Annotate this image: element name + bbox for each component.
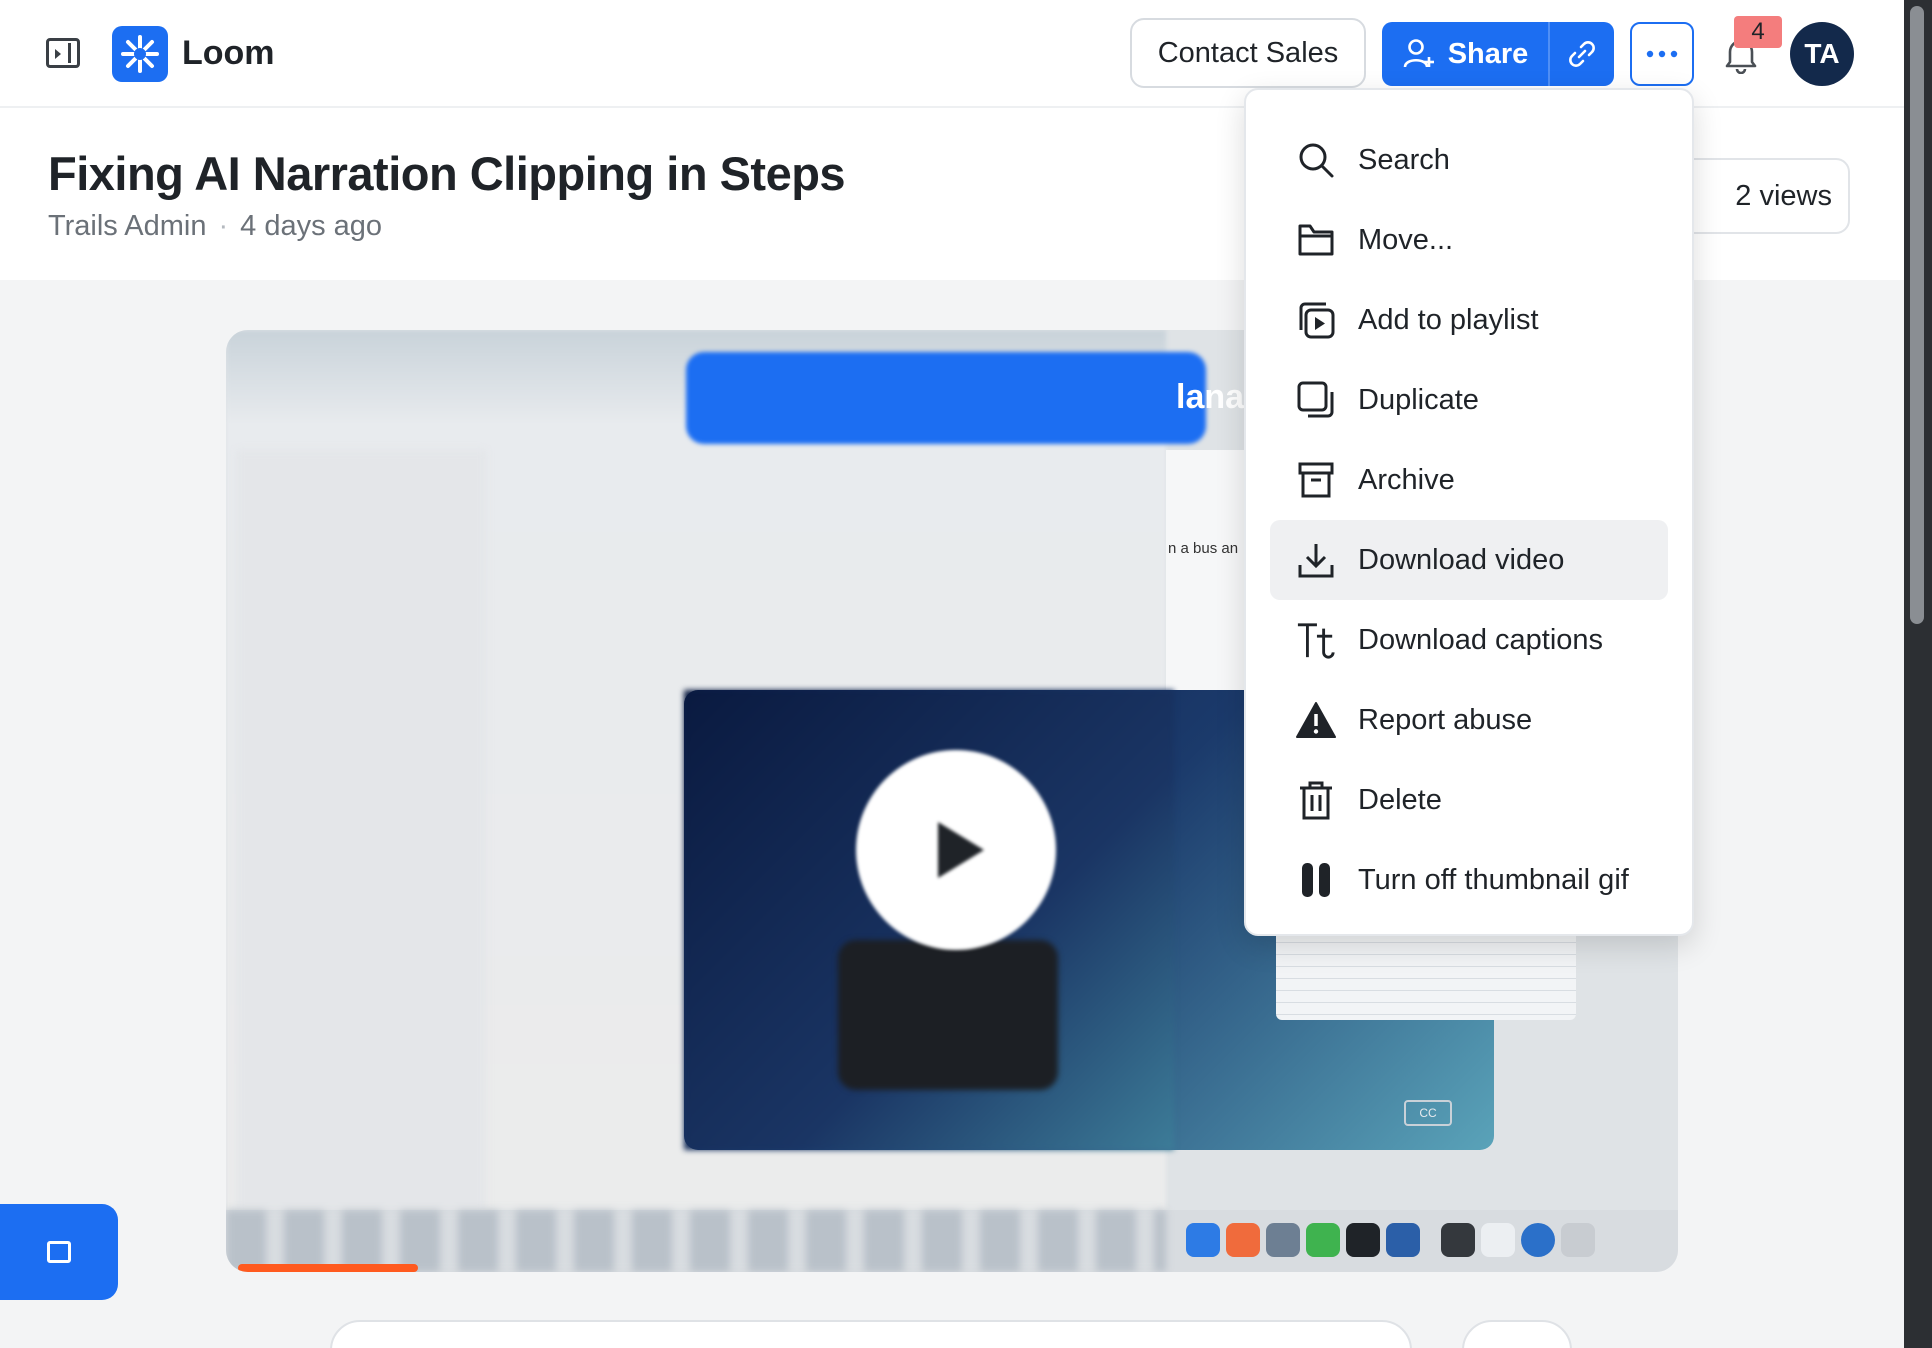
- dock-app-icon: [1521, 1223, 1555, 1257]
- avatar[interactable]: TA: [1790, 22, 1854, 86]
- dock-app-icon: [1266, 1223, 1300, 1257]
- video-frame-banner-text: lana: [1176, 378, 1245, 416]
- menu-item-duplicate[interactable]: Duplicate: [1270, 360, 1668, 440]
- more-options-button[interactable]: [1630, 22, 1694, 86]
- download-icon: [1296, 540, 1336, 580]
- trash-icon: [1296, 780, 1336, 820]
- video-frame-snippet: n a bus an: [1168, 540, 1239, 557]
- share-button-group: Share: [1382, 22, 1614, 86]
- search-icon: [1296, 140, 1336, 180]
- views-count: 2 views: [1735, 179, 1832, 212]
- captions-icon: [1296, 620, 1336, 660]
- menu-item-label: Duplicate: [1358, 383, 1479, 416]
- play-icon: [938, 822, 984, 878]
- menu-item-label: Report abuse: [1358, 703, 1533, 736]
- recorder-launcher-button[interactable]: [0, 1204, 118, 1300]
- duplicate-icon: [1296, 380, 1336, 420]
- dock-app-icon: [1386, 1223, 1420, 1257]
- video-frame-timer: [838, 940, 1058, 1090]
- menu-item-search[interactable]: Search: [1270, 120, 1668, 200]
- menu-item-move[interactable]: Move...: [1270, 200, 1668, 280]
- menu-item-download-captions[interactable]: Download captions: [1270, 600, 1668, 680]
- video-frame-dock-blur: [226, 1210, 1166, 1272]
- loom-logo-icon[interactable]: [112, 26, 168, 82]
- comment-input[interactable]: [330, 1320, 1412, 1348]
- sidebar-toggle-icon[interactable]: [46, 38, 80, 68]
- copy-link-button[interactable]: [1550, 22, 1614, 86]
- dock-trash-icon: [1561, 1223, 1595, 1257]
- menu-item-label: Download captions: [1358, 623, 1604, 656]
- link-icon: [1569, 41, 1595, 67]
- reaction-button[interactable]: [1462, 1320, 1572, 1348]
- warning-icon: [1296, 700, 1336, 740]
- play-button[interactable]: [856, 750, 1056, 950]
- video-meta: Trails Admin · 4 days ago: [48, 210, 382, 243]
- video-progress-bar[interactable]: [238, 1264, 418, 1272]
- video-frame-banner: [686, 352, 1206, 444]
- menu-item-report-abuse[interactable]: Report abuse: [1270, 680, 1668, 760]
- contact-sales-button[interactable]: Contact Sales: [1130, 18, 1366, 88]
- share-button[interactable]: Share: [1382, 22, 1550, 86]
- dock-zoom-icon: [1186, 1223, 1220, 1257]
- cc-icon: CC: [1404, 1100, 1452, 1126]
- menu-item-turn-off-thumbnail-gif[interactable]: Turn off thumbnail gif: [1270, 840, 1668, 920]
- logo-text[interactable]: Loom: [182, 34, 275, 73]
- archive-icon: [1296, 460, 1336, 500]
- screen-icon: [47, 1241, 71, 1263]
- video-frame-sidebar: [236, 450, 486, 1210]
- notification-badge: 4: [1734, 16, 1782, 48]
- menu-item-label: Search: [1358, 143, 1450, 176]
- dock-app-icon: [1441, 1223, 1475, 1257]
- meta-separator: ·: [218, 210, 229, 242]
- share-label: Share: [1447, 37, 1529, 70]
- dock-app-icon: [1481, 1223, 1515, 1257]
- scrollbar-thumb[interactable]: [1910, 6, 1924, 624]
- menu-item-add-to-playlist[interactable]: Add to playlist: [1270, 280, 1668, 360]
- posted-time: 4 days ago: [240, 210, 383, 242]
- page-title: Fixing AI Narration Clipping in Steps: [48, 147, 846, 200]
- more-options-menu: Search Move... Add to playlist Duplicate…: [1244, 88, 1694, 936]
- dock-app-icon: [1346, 1223, 1380, 1257]
- author-name[interactable]: Trails Admin: [48, 210, 206, 243]
- menu-item-delete[interactable]: Delete: [1270, 760, 1668, 840]
- add-user-icon: [1403, 39, 1434, 68]
- menu-item-label: Delete: [1358, 783, 1442, 816]
- menu-item-label: Archive: [1358, 463, 1455, 496]
- pause-icon: [1296, 860, 1336, 900]
- dock-numbers-icon: [1306, 1223, 1340, 1257]
- playlist-icon: [1296, 300, 1336, 340]
- menu-item-label: Download video: [1358, 543, 1565, 576]
- ellipsis-icon: [1646, 50, 1678, 58]
- menu-item-download-video[interactable]: Download video: [1270, 520, 1668, 600]
- menu-item-label: Move...: [1358, 223, 1454, 256]
- menu-item-label: Add to playlist: [1358, 303, 1539, 336]
- menu-item-archive[interactable]: Archive: [1270, 440, 1668, 520]
- menu-item-label: Turn off thumbnail gif: [1358, 863, 1629, 896]
- folder-icon: [1296, 220, 1336, 260]
- dock-app-icon: [1226, 1223, 1260, 1257]
